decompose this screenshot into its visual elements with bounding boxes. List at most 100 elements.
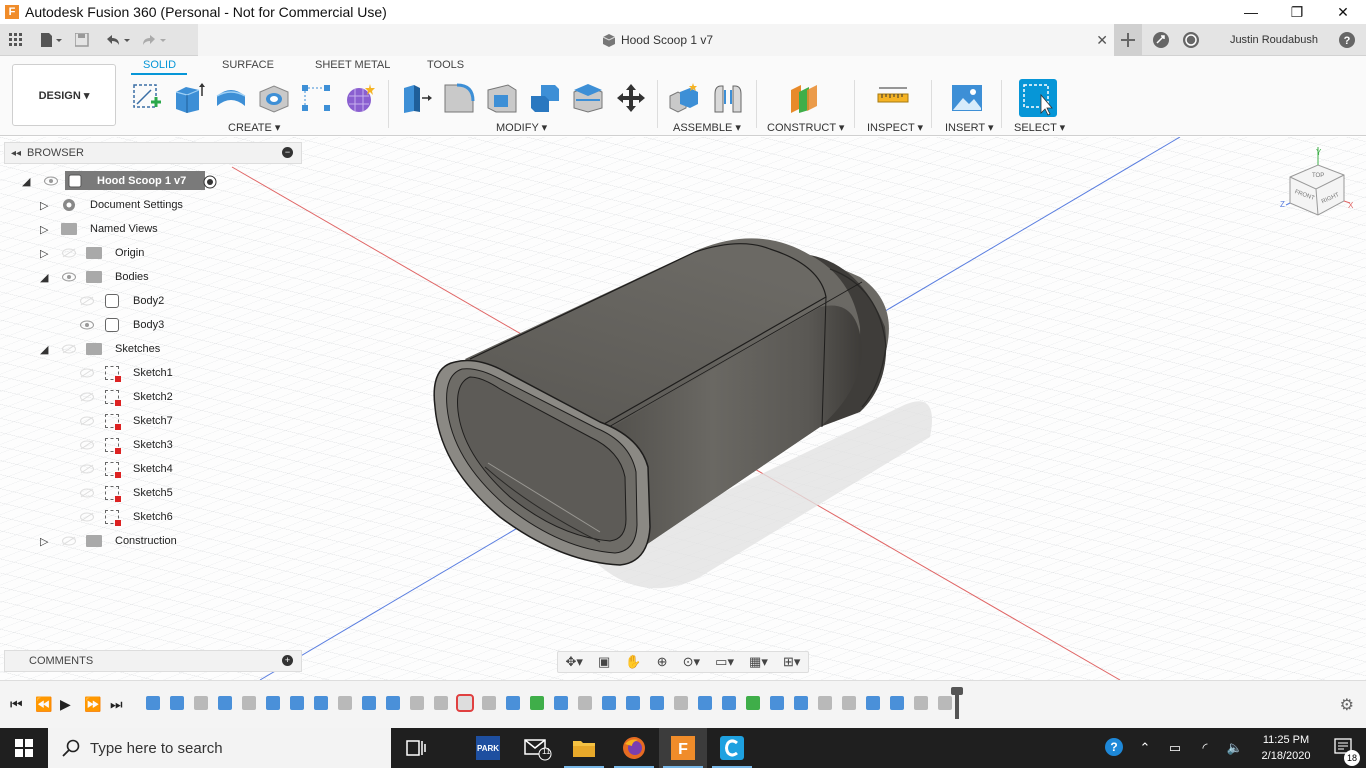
assemble-menu[interactable]: ASSEMBLE ▾ <box>673 121 741 134</box>
activate-radio-icon[interactable] <box>203 175 217 189</box>
visibility-eye-icon[interactable] <box>80 320 94 330</box>
insert-canvas-icon[interactable] <box>951 82 983 114</box>
app-icon-c[interactable] <box>708 728 756 768</box>
show-hidden-icons-chevron-icon[interactable]: ⌃ <box>1130 740 1160 756</box>
timeline-feature[interactable] <box>218 696 232 710</box>
timeline-feature[interactable] <box>170 696 184 710</box>
expand-root-icon[interactable]: ◢ <box>22 175 32 188</box>
save-icon[interactable] <box>71 29 93 51</box>
minimize-button[interactable]: — <box>1228 0 1274 24</box>
tab-solid[interactable]: SOLID <box>143 59 176 71</box>
browser-item-sketches[interactable]: ◢ Sketches <box>4 338 302 360</box>
tab-surface[interactable]: SURFACE <box>222 59 274 71</box>
browser-item-origin[interactable]: ▷ Origin <box>4 242 302 264</box>
hidden-eye-icon[interactable] <box>80 416 94 426</box>
measure-icon[interactable] <box>877 82 909 114</box>
job-status-clock-icon[interactable] <box>1180 29 1202 51</box>
hidden-eye-icon[interactable] <box>80 464 94 474</box>
pan-hand-icon[interactable]: ✋ <box>625 654 641 670</box>
wifi-icon[interactable]: ◜ <box>1190 740 1220 756</box>
inspect-menu[interactable]: INSPECT ▾ <box>867 121 923 134</box>
timeline-marker[interactable] <box>951 687 963 719</box>
joint-icon[interactable] <box>712 82 744 114</box>
browser-item-sketch6[interactable]: Sketch6 <box>4 506 302 528</box>
go-to-end-icon[interactable]: ⏭ <box>110 696 123 713</box>
new-tab-plus-icon[interactable] <box>1113 24 1142 56</box>
start-windows-icon[interactable] <box>0 728 48 768</box>
select-tool-icon[interactable] <box>1019 79 1057 117</box>
timeline-feature[interactable] <box>818 696 832 710</box>
user-account-menu[interactable]: Justin Roudabush <box>1230 34 1318 46</box>
timeline-feature[interactable] <box>770 696 784 710</box>
browser-item-body3[interactable]: Body3 <box>4 314 302 336</box>
display-settings-icon[interactable]: ▭▾ <box>715 654 734 670</box>
timeline-feature[interactable] <box>674 696 688 710</box>
orbit-icon[interactable]: ✥▾ <box>566 654 583 670</box>
hidden-eye-icon[interactable] <box>80 488 94 498</box>
expand-icon[interactable]: ▷ <box>40 535 50 548</box>
task-view-icon[interactable] <box>392 728 440 768</box>
browser-root-row[interactable]: ◢ Hood Scoop 1 v7 <box>4 170 302 192</box>
zoom-icon[interactable]: ⊕ <box>657 654 668 670</box>
file-menu-icon[interactable] <box>37 29 65 51</box>
timeline-feature[interactable] <box>794 696 808 710</box>
browser-item-sketch3[interactable]: Sketch3 <box>4 434 302 456</box>
timeline-feature[interactable] <box>602 696 616 710</box>
offset-plane-icon[interactable] <box>788 82 820 114</box>
select-menu[interactable]: SELECT ▾ <box>1014 121 1065 134</box>
timeline-feature[interactable] <box>434 696 448 710</box>
timeline-feature[interactable] <box>530 696 544 710</box>
help-tray-icon[interactable]: ? <box>1100 736 1130 761</box>
hole-icon[interactable] <box>258 82 290 114</box>
fillet-icon[interactable] <box>443 82 475 114</box>
timeline-feature[interactable] <box>938 696 952 710</box>
hidden-eye-icon[interactable] <box>80 368 94 378</box>
timeline-feature[interactable] <box>506 696 520 710</box>
visibility-eye-icon[interactable] <box>62 272 76 282</box>
action-center-icon[interactable]: 18 <box>1322 737 1366 766</box>
extensions-icon[interactable] <box>1150 29 1172 51</box>
hidden-eye-icon[interactable] <box>62 344 76 354</box>
hidden-eye-icon[interactable] <box>80 512 94 522</box>
construct-menu[interactable]: CONSTRUCT ▾ <box>767 121 844 134</box>
combine-icon[interactable] <box>529 82 561 114</box>
tab-sheet-metal[interactable]: SHEET METAL <box>315 59 390 71</box>
collapse-icon[interactable]: ◢ <box>40 271 50 284</box>
grid-settings-icon[interactable]: ▦▾ <box>749 654 768 670</box>
document-tab[interactable]: Hood Scoop 1 v7 ✕ <box>198 24 1116 56</box>
timeline-feature[interactable] <box>746 696 760 710</box>
close-tab-button[interactable]: ✕ <box>1096 32 1108 49</box>
timeline-feature[interactable] <box>482 696 496 710</box>
expand-icon[interactable]: ▷ <box>40 223 50 236</box>
create-sketch-icon[interactable] <box>131 82 163 114</box>
step-back-icon[interactable]: ⏪ <box>35 696 52 713</box>
browser-item-sketch7[interactable]: Sketch7 <box>4 410 302 432</box>
browser-header[interactable]: ◂◂ BROWSER − <box>4 142 302 164</box>
expand-icon[interactable]: ▷ <box>40 247 50 260</box>
modify-menu[interactable]: MODIFY ▾ <box>496 121 547 134</box>
timeline-feature[interactable] <box>410 696 424 710</box>
hidden-eye-icon[interactable] <box>80 392 94 402</box>
timeline-feature[interactable] <box>194 696 208 710</box>
timeline-feature[interactable] <box>266 696 280 710</box>
timeline-feature[interactable] <box>362 696 376 710</box>
visibility-eye-icon[interactable] <box>44 176 58 186</box>
timeline-feature[interactable] <box>866 696 880 710</box>
browser-item-body2[interactable]: Body2 <box>4 290 302 312</box>
timeline-feature[interactable] <box>698 696 712 710</box>
timeline-feature[interactable] <box>626 696 640 710</box>
browser-item-sketch5[interactable]: Sketch5 <box>4 482 302 504</box>
press-pull-icon[interactable] <box>400 82 432 114</box>
redo-icon[interactable] <box>139 29 169 51</box>
collapse-browser-icon[interactable]: ◂◂ <box>11 148 21 159</box>
pattern-icon[interactable] <box>300 82 332 114</box>
timeline-feature[interactable] <box>242 696 256 710</box>
viewports-icon[interactable]: ⊞▾ <box>783 654 800 670</box>
browser-item-bodies[interactable]: ◢ Bodies <box>4 266 302 288</box>
app-icon-park[interactable]: PARK <box>464 728 512 768</box>
fusion-360-taskbar-icon[interactable]: F <box>659 728 707 768</box>
timeline-feature[interactable] <box>578 696 592 710</box>
browser-item-sketch1[interactable]: Sketch1 <box>4 362 302 384</box>
timeline-feature[interactable] <box>314 696 328 710</box>
timeline-feature[interactable] <box>842 696 856 710</box>
